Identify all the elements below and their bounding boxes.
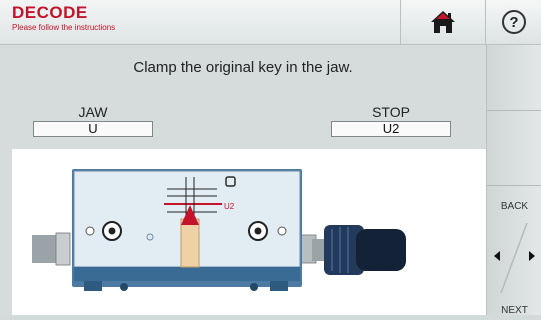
- left-screw-center: [108, 227, 116, 235]
- side-separator: [487, 110, 541, 111]
- screen-subtitle: Please follow the instructions: [12, 23, 116, 32]
- instruction-text: Clamp the original key in the jaw.: [133, 59, 353, 76]
- top-bar: DECODE Please follow the instructions ?: [0, 0, 541, 45]
- jaw-label: JAW: [78, 104, 108, 120]
- side-separator: [487, 185, 541, 186]
- jaw-foot-right: [270, 281, 288, 291]
- jaw-value: U: [33, 121, 153, 137]
- next-arrow-icon[interactable]: [529, 251, 535, 261]
- left-stud-collar: [55, 232, 71, 266]
- base-hole-left: [120, 283, 128, 291]
- next-button[interactable]: NEXT: [487, 305, 541, 316]
- key-blade: [180, 218, 200, 268]
- side-panel: BACK NEXT: [486, 45, 541, 316]
- screen-title: DECODE: [12, 3, 88, 22]
- stop-marker-label: U2: [224, 202, 235, 211]
- left-pin: [85, 226, 95, 236]
- base-hole-right: [250, 283, 258, 291]
- nav-divider: [500, 223, 528, 293]
- home-icon: [431, 11, 455, 33]
- knob-shaft: [312, 239, 326, 261]
- stop-label: STOP: [372, 104, 410, 120]
- right-pin: [277, 226, 287, 236]
- jaw-foot-left: [84, 281, 102, 291]
- previous-arrow-icon[interactable]: [494, 251, 500, 261]
- main-panel: Clamp the original key in the jaw. JAW U…: [0, 45, 486, 315]
- jaw-diagram: U2: [12, 149, 486, 315]
- knob-grip: [356, 229, 406, 271]
- right-screw-center: [254, 227, 262, 235]
- jaw-illustration: U2: [32, 169, 406, 291]
- home-button[interactable]: [400, 0, 485, 44]
- jaw-base: [74, 267, 300, 281]
- help-button[interactable]: ?: [485, 0, 541, 44]
- stop-value: U2: [331, 121, 451, 137]
- back-button[interactable]: BACK: [487, 201, 541, 212]
- help-icon: ?: [502, 10, 526, 34]
